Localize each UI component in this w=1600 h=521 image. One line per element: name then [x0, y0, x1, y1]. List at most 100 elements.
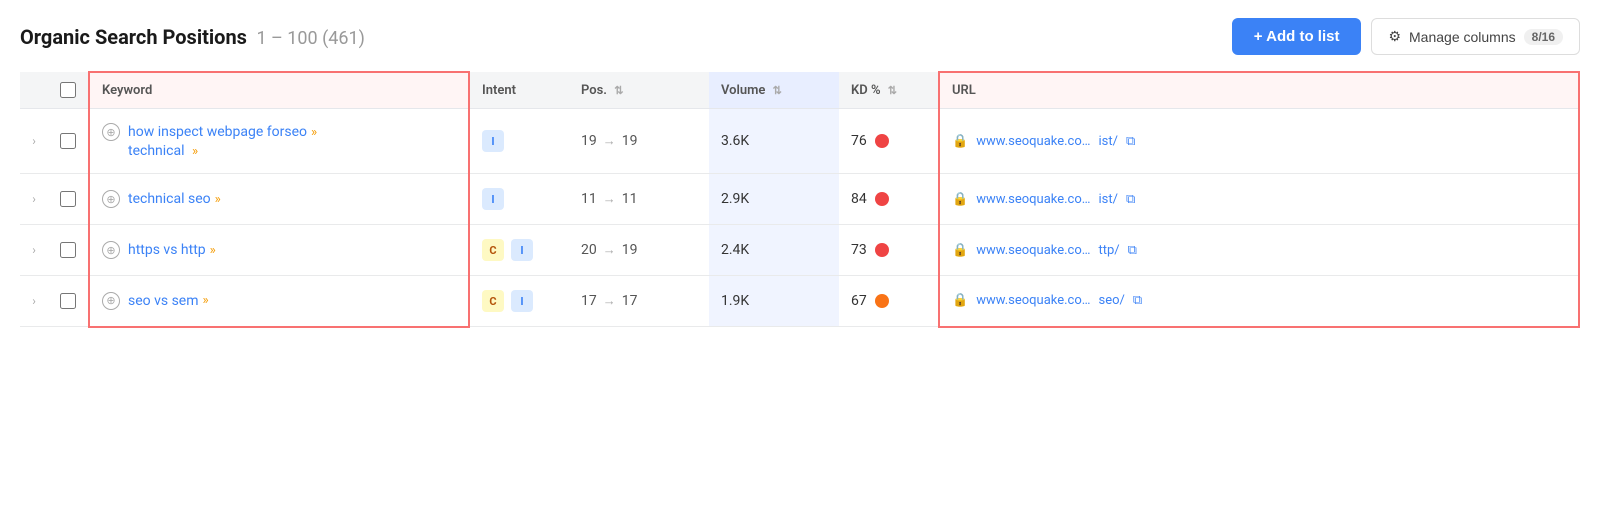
table-row: › ⊕ how inspect webpage forseo » technic…: [20, 109, 1579, 174]
url-cell: 🔒 www.seoquake.co… ttp/ ⧉: [952, 243, 1566, 258]
table-row: › ⊕ seo vs sem » CI 17 → 17 1.9K 67 🔒 ww…: [20, 276, 1579, 327]
volume-value: 2.4K: [721, 242, 749, 258]
url-link[interactable]: www.seoquake.co…: [976, 293, 1090, 308]
row-checkbox[interactable]: [60, 293, 76, 309]
gear-icon: ⚙: [1388, 28, 1401, 45]
pos-sort-icon: ⇅: [614, 84, 623, 97]
kd-value: 84: [851, 191, 867, 207]
expand-button[interactable]: ›: [32, 243, 36, 257]
url-cell: 🔒 www.seoquake.co… ist/ ⧉: [952, 192, 1566, 207]
keyword-arrows: »: [210, 243, 216, 258]
kd-indicator: [875, 134, 889, 148]
expand-button[interactable]: ›: [32, 192, 36, 206]
url-link[interactable]: www.seoquake.co…: [976, 134, 1090, 149]
keyword-add-icon: ⊕: [102, 123, 120, 141]
intent-badge-i: I: [482, 188, 504, 210]
pos-to: 11: [622, 191, 638, 207]
keyword-add-icon: ⊕: [102, 190, 120, 208]
volume-value: 1.9K: [721, 293, 749, 309]
select-all-checkbox[interactable]: [60, 82, 76, 98]
row-checkbox[interactable]: [60, 242, 76, 258]
external-link-icon[interactable]: ⧉: [1126, 134, 1135, 149]
expand-button[interactable]: ›: [32, 294, 36, 308]
url-link[interactable]: www.seoquake.co…: [976, 192, 1090, 207]
keyword-add-icon: ⊕: [102, 292, 120, 310]
th-keyword: Keyword: [89, 72, 469, 109]
th-kd[interactable]: KD % ⇅: [839, 72, 939, 109]
keyword-link[interactable]: how inspect webpage forseo: [128, 124, 307, 140]
th-volume[interactable]: Volume ⇅: [709, 72, 839, 109]
lock-icon: 🔒: [952, 134, 968, 149]
keyword-link[interactable]: seo vs sem: [128, 293, 199, 309]
table-container: Keyword Intent Pos. ⇅ Volume ⇅ KD %: [20, 71, 1580, 328]
lock-icon: 🔒: [952, 293, 968, 308]
pos-arrow-icon: →: [603, 242, 616, 258]
kd-value: 73: [851, 242, 867, 258]
manage-columns-label: Manage columns: [1409, 29, 1516, 45]
kd-sort-icon: ⇅: [888, 84, 897, 97]
external-link-icon[interactable]: ⧉: [1126, 192, 1135, 207]
header-title-group: Organic Search Positions 1 – 100 (461): [20, 25, 365, 49]
url-suffix: seo/: [1098, 293, 1124, 308]
pos-arrow-icon: →: [603, 133, 616, 149]
intent-badge-i: I: [511, 290, 533, 312]
page-title: Organic Search Positions: [20, 25, 247, 49]
table-header-row: Keyword Intent Pos. ⇅ Volume ⇅ KD %: [20, 72, 1579, 109]
keyword-arrows: »: [215, 192, 221, 207]
external-link-icon[interactable]: ⧉: [1133, 293, 1142, 308]
intent-cell: CI: [470, 225, 569, 275]
table-body: › ⊕ how inspect webpage forseo » technic…: [20, 109, 1579, 327]
keyword-add-icon: ⊕: [102, 241, 120, 259]
pos-cell: 20 → 19: [581, 242, 638, 258]
pos-arrow-icon: →: [603, 293, 616, 309]
url-suffix: ist/: [1098, 134, 1118, 149]
header: Organic Search Positions 1 – 100 (461) +…: [20, 18, 1580, 55]
pos-from: 20: [581, 242, 597, 258]
table-row: › ⊕ technical seo » I 11 → 11 2.9K 84 🔒 …: [20, 174, 1579, 225]
pos-to: 19: [622, 242, 638, 258]
kd-value: 67: [851, 293, 867, 309]
intent-cell: CI: [470, 276, 569, 326]
keyword-cell: ⊕ how inspect webpage forseo » technical…: [102, 123, 317, 159]
row-checkbox[interactable]: [60, 133, 76, 149]
th-check: [48, 72, 89, 109]
intent-cell: I: [470, 174, 569, 224]
keyword-arrows: »: [203, 293, 209, 308]
manage-columns-button[interactable]: ⚙ Manage columns 8/16: [1371, 18, 1580, 55]
url-link[interactable]: www.seoquake.co…: [976, 243, 1090, 258]
pos-from: 19: [581, 133, 597, 149]
kd-indicator: [875, 243, 889, 257]
manage-columns-badge: 8/16: [1524, 29, 1563, 45]
volume-sort-icon: ⇅: [773, 84, 782, 97]
url-cell: 🔒 www.seoquake.co… ist/ ⧉: [952, 134, 1566, 149]
kd-value: 76: [851, 133, 867, 149]
pos-cell: 19 → 19: [581, 133, 638, 149]
th-intent: Intent: [469, 72, 569, 109]
intent-badge-i: I: [482, 130, 504, 152]
table-row: › ⊕ https vs http » CI 20 → 19 2.4K 73 🔒…: [20, 225, 1579, 276]
intent-badge-c: C: [482, 290, 504, 312]
row-checkbox[interactable]: [60, 191, 76, 207]
pos-cell: 17 → 17: [581, 293, 638, 309]
header-actions: + Add to list ⚙ Manage columns 8/16: [1232, 18, 1580, 55]
th-pos[interactable]: Pos. ⇅: [569, 72, 709, 109]
kd-cell: 67: [851, 293, 889, 309]
expand-button[interactable]: ›: [32, 134, 36, 148]
pos-to: 17: [622, 293, 638, 309]
volume-value: 3.6K: [721, 133, 749, 149]
keyword-link[interactable]: https vs http: [128, 242, 206, 258]
page-range: 1 – 100 (461): [256, 28, 364, 49]
add-to-list-button[interactable]: + Add to list: [1232, 18, 1362, 55]
organic-positions-table: Keyword Intent Pos. ⇅ Volume ⇅ KD %: [20, 71, 1580, 328]
pos-to: 19: [622, 133, 638, 149]
intent-badge-c: C: [482, 239, 504, 261]
pos-from: 11: [581, 191, 597, 207]
volume-value: 2.9K: [721, 191, 749, 207]
pos-arrow-icon: →: [603, 191, 616, 207]
th-url: URL: [939, 72, 1579, 109]
external-link-icon[interactable]: ⧉: [1128, 243, 1137, 258]
url-suffix: ist/: [1098, 192, 1118, 207]
keyword-link[interactable]: technical seo: [128, 191, 211, 207]
intent-badge-i: I: [511, 239, 533, 261]
lock-icon: 🔒: [952, 243, 968, 258]
